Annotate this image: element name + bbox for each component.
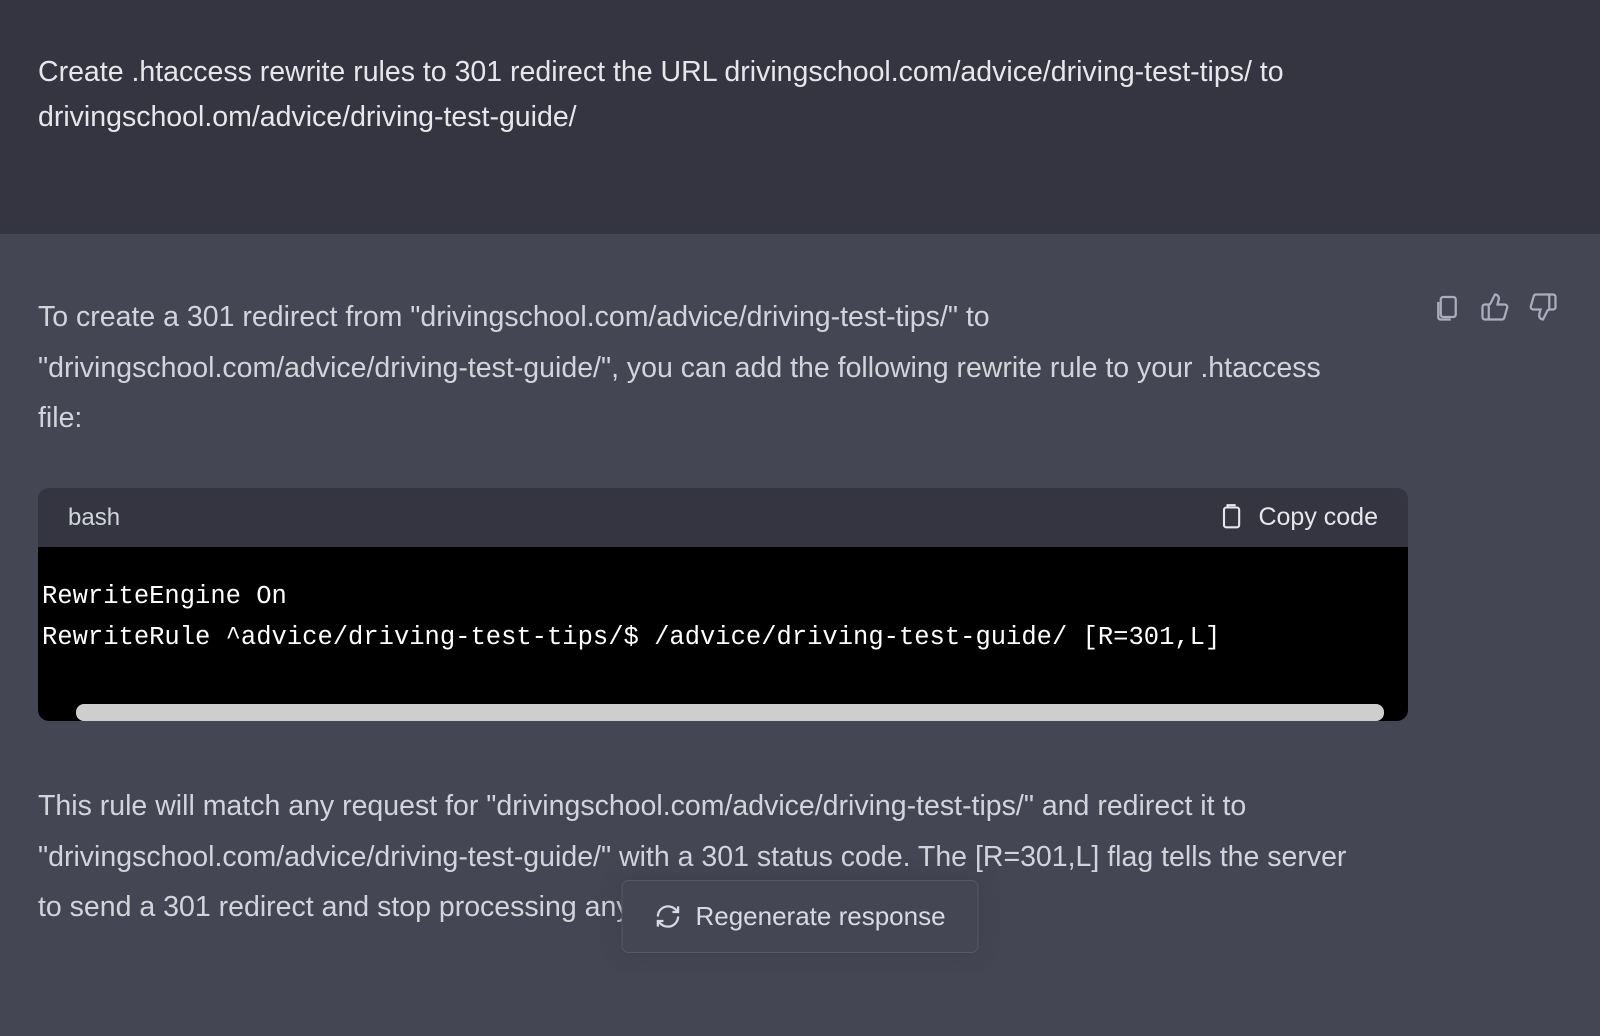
feedback-icons: [1432, 292, 1558, 322]
code-block: bash Copy code RewriteEngine On RewriteR…: [38, 488, 1408, 721]
copy-code-button[interactable]: Copy code: [1217, 503, 1378, 532]
horizontal-scrollbar[interactable]: [76, 704, 1384, 721]
code-body: RewriteEngine On RewriteRule ^advice/dri…: [38, 547, 1408, 721]
assistant-message-section: To create a 301 redirect from "drivingsc…: [0, 234, 1600, 971]
thumbs-down-icon[interactable]: [1528, 292, 1558, 322]
user-message-section: Create .htaccess rewrite rules to 301 re…: [0, 0, 1600, 234]
regenerate-response-button[interactable]: Regenerate response: [621, 880, 978, 953]
clipboard-icon[interactable]: [1432, 292, 1462, 322]
copy-code-label: Copy code: [1258, 503, 1378, 532]
thumbs-up-icon[interactable]: [1480, 292, 1510, 322]
user-message-text: Create .htaccess rewrite rules to 301 re…: [38, 50, 1358, 140]
code-header: bash Copy code: [38, 488, 1408, 547]
code-content[interactable]: RewriteEngine On RewriteRule ^advice/dri…: [38, 577, 1408, 659]
refresh-icon: [654, 903, 681, 930]
assistant-intro-text: To create a 301 redirect from "drivingsc…: [38, 292, 1348, 444]
regenerate-label: Regenerate response: [695, 901, 945, 932]
code-language-label: bash: [68, 504, 120, 532]
clipboard-icon: [1217, 504, 1245, 532]
